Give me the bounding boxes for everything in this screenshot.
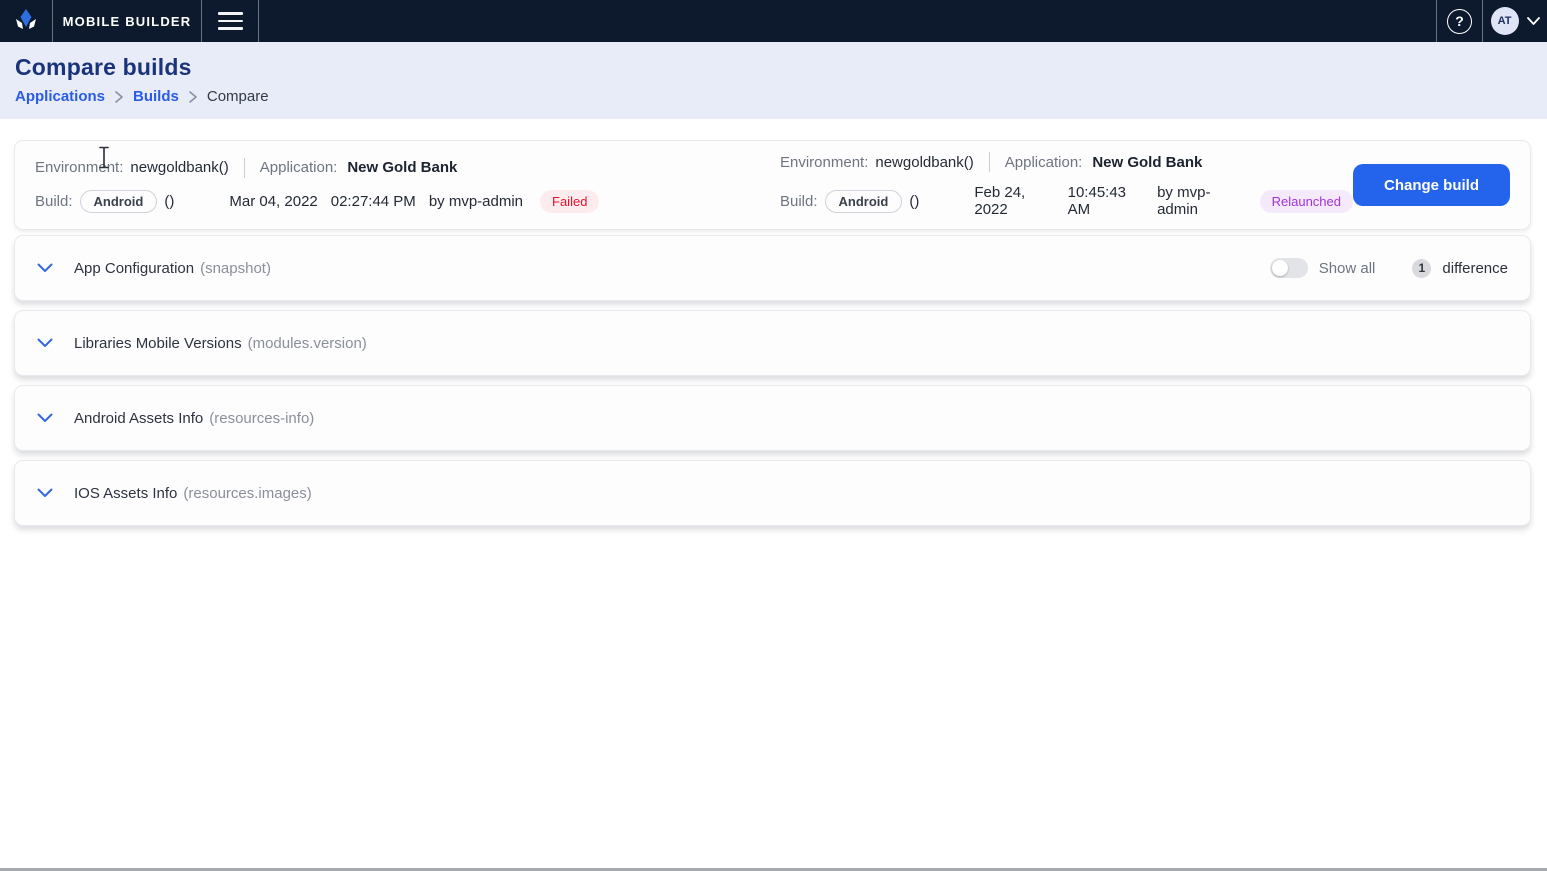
brand-title: MOBILE BUILDER [63, 14, 192, 29]
platform-badge: Android [80, 190, 158, 213]
app-logo[interactable] [0, 0, 52, 42]
section-app-configuration[interactable]: App Configuration (snapshot) Show all 1 … [14, 235, 1531, 301]
difference-count-badge: 1 [1412, 259, 1431, 278]
change-build-button[interactable]: Change build [1353, 164, 1510, 206]
status-badge: Relaunched [1260, 190, 1353, 213]
hamburger-icon [218, 12, 243, 30]
build-datetime: Mar 04, 2022 02:27:44 PM by mvp-admin [229, 193, 523, 210]
help-icon: ? [1447, 9, 1472, 34]
build-author: by mvp-admin [1157, 184, 1243, 218]
build-time: 10:45:43 AM [1068, 184, 1144, 218]
section-title: App Configuration [74, 260, 194, 277]
build-time: 02:27:44 PM [331, 193, 416, 210]
build-datetime: Feb 24, 2022 10:45:43 AM by mvp-admin [974, 184, 1242, 218]
build-info-right: Environment: newgoldbank() Application: … [780, 152, 1353, 218]
vertical-divider [244, 158, 245, 178]
environment-label: Environment: [35, 159, 123, 176]
show-all-label: Show all [1319, 260, 1376, 277]
show-all-toggle[interactable] [1270, 258, 1308, 278]
environment-value: newgoldbank() [875, 154, 973, 171]
breadcrumb-applications[interactable]: Applications [15, 88, 105, 105]
environment-label: Environment: [780, 154, 868, 171]
build-right-env-row: Environment: newgoldbank() Application: … [780, 152, 1353, 172]
difference-label: difference [1442, 260, 1508, 277]
help-button[interactable]: ? [1437, 0, 1482, 42]
main-content: Environment: newgoldbank() Application: … [0, 119, 1547, 526]
section-ios-assets-info[interactable]: IOS Assets Info (resources.images) [14, 460, 1531, 526]
build-right-build-row: Build: Android () Feb 24, 2022 10:45:43 … [780, 184, 1353, 218]
build-date: Mar 04, 2022 [229, 193, 317, 210]
user-menu[interactable]: AT [1483, 0, 1547, 42]
section-title: Libraries Mobile Versions [74, 335, 242, 352]
section-controls: Show all 1 difference [1270, 258, 1508, 278]
platform-badge: Android [825, 190, 903, 213]
menu-toggle-button[interactable] [202, 0, 258, 42]
page-header: Compare builds Applications Builds Compa… [0, 42, 1547, 119]
build-parens: () [164, 193, 174, 210]
application-label: Application: [1005, 154, 1083, 171]
page-title: Compare builds [15, 54, 1531, 81]
toggle-knob [1272, 260, 1288, 276]
chevron-down-icon[interactable] [37, 413, 53, 423]
build-label: Build: [780, 193, 818, 210]
chevron-down-icon[interactable] [37, 338, 53, 348]
application-value: New Gold Bank [347, 159, 457, 176]
avatar[interactable]: AT [1491, 7, 1519, 35]
chevron-right-icon [189, 91, 197, 103]
build-left-build-row: Build: Android () Mar 04, 2022 02:27:44 … [35, 190, 780, 213]
vertical-divider [989, 152, 990, 172]
brand-cell: MOBILE BUILDER [53, 0, 201, 42]
top-navbar: MOBILE BUILDER ? AT [0, 0, 1547, 42]
section-android-assets-info[interactable]: Android Assets Info (resources-info) [14, 385, 1531, 451]
application-value: New Gold Bank [1092, 154, 1202, 171]
section-title: Android Assets Info [74, 410, 203, 427]
build-date: Feb 24, 2022 [974, 184, 1054, 218]
section-subtitle: (resources.images) [183, 485, 311, 502]
build-info-left: Environment: newgoldbank() Application: … [35, 158, 780, 213]
build-parens: () [909, 193, 919, 210]
section-title: IOS Assets Info [74, 485, 177, 502]
section-subtitle: (resources-info) [209, 410, 314, 427]
build-author: by mvp-admin [429, 193, 523, 210]
environment-value: newgoldbank() [130, 159, 228, 176]
section-subtitle: (snapshot) [200, 260, 271, 277]
chevron-down-icon[interactable] [1527, 17, 1540, 25]
breadcrumb-compare: Compare [207, 88, 269, 105]
section-subtitle: (modules.version) [248, 335, 367, 352]
application-label: Application: [260, 159, 338, 176]
build-label: Build: [35, 193, 73, 210]
nav-spacer [259, 0, 1436, 42]
chevron-down-icon[interactable] [37, 263, 53, 273]
build-left-env-row: Environment: newgoldbank() Application: … [35, 158, 780, 178]
build-compare-card: Environment: newgoldbank() Application: … [14, 140, 1531, 230]
logo-icon [14, 8, 38, 34]
breadcrumb-builds[interactable]: Builds [133, 88, 179, 105]
chevron-right-icon [115, 91, 123, 103]
chevron-down-icon[interactable] [37, 488, 53, 498]
status-badge: Failed [540, 190, 599, 213]
section-libraries-mobile-versions[interactable]: Libraries Mobile Versions (modules.versi… [14, 310, 1531, 376]
breadcrumb: Applications Builds Compare [15, 88, 1531, 105]
